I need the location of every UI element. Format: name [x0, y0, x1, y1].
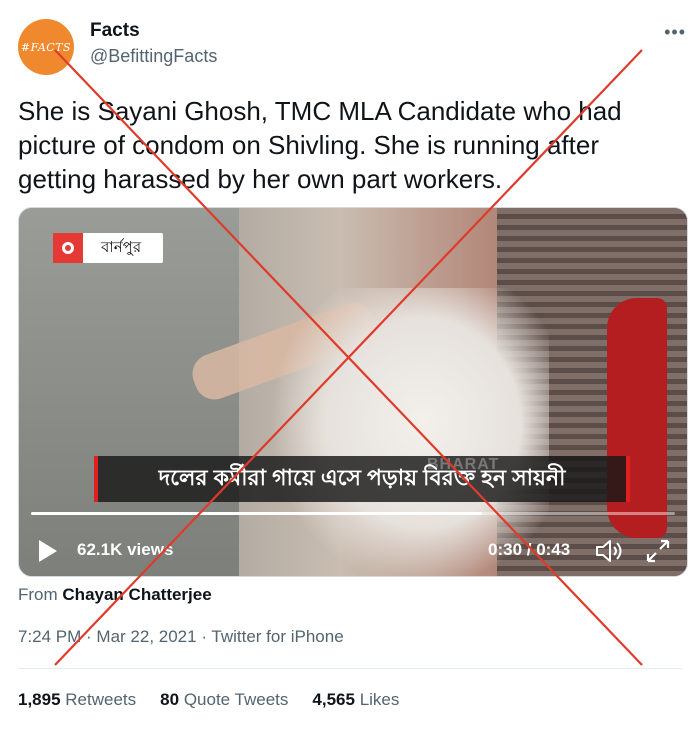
author-handle[interactable]: @BefittingFacts — [90, 46, 217, 67]
view-count: 62.1K views — [77, 540, 174, 559]
quote-tweets-count: 80 — [160, 690, 180, 709]
retweets-count: 1,895 — [18, 690, 61, 709]
video-caption-bar: দলের কর্মীরা গায়ে এসে পড়ায় বিরক্ত হন … — [94, 456, 630, 502]
location-tag: বার্নপুর — [53, 233, 164, 263]
divider — [18, 668, 682, 669]
tweet-meta[interactable]: 7:24 PM · Mar 22, 2021 · Twitter for iPh… — [18, 627, 344, 647]
video-timecode: 0:30 / 0:43 — [488, 540, 571, 559]
location-pin-icon — [53, 233, 83, 263]
video-source: From Chayan Chatterjee — [18, 585, 212, 605]
engagement-stats: 1,895 Retweets 80 Quote Tweets 4,565 Lik… — [18, 690, 399, 710]
volume-icon[interactable] — [595, 538, 625, 564]
likes-count: 4,565 — [312, 690, 355, 709]
author-name[interactable]: Facts — [90, 20, 140, 42]
video-progress-fill — [31, 512, 482, 515]
tweet-text: She is Sayani Ghosh, TMC MLA Candidate w… — [18, 96, 622, 194]
retweets-label: Retweets — [65, 690, 137, 709]
play-icon[interactable] — [39, 540, 57, 562]
avatar[interactable]: #FACTS — [18, 19, 74, 75]
video-caption: দলের কর্মীরা গায়ে এসে পড়ায় বিরক্ত হন … — [158, 464, 566, 490]
channel-watermark: BHARAT — [427, 456, 500, 473]
fullscreen-icon[interactable] — [645, 538, 671, 564]
likes-stat[interactable]: 4,565 Likes — [312, 690, 399, 710]
retweets-stat[interactable]: 1,895 Retweets — [18, 690, 136, 710]
likes-label: Likes — [359, 690, 400, 709]
video-frame-person — [269, 288, 549, 576]
quote-tweets-label: Quote Tweets — [183, 690, 289, 709]
video-player[interactable]: বার্নপুর দলের কর্মীরা গায়ে এসে পড়ায় ব… — [18, 207, 688, 577]
video-progress-bar[interactable] — [31, 512, 675, 515]
location-label: বার্নপুর — [101, 238, 142, 256]
quote-tweets-stat[interactable]: 80 Quote Tweets — [160, 690, 288, 710]
avatar-logo-text: #FACTS — [20, 40, 72, 54]
video-source-prefix: From — [18, 585, 58, 604]
video-source-name[interactable]: Chayan Chatterjee — [62, 585, 211, 604]
more-options-icon[interactable]: ••• — [664, 22, 686, 43]
video-frame-red-cloth — [607, 298, 667, 538]
